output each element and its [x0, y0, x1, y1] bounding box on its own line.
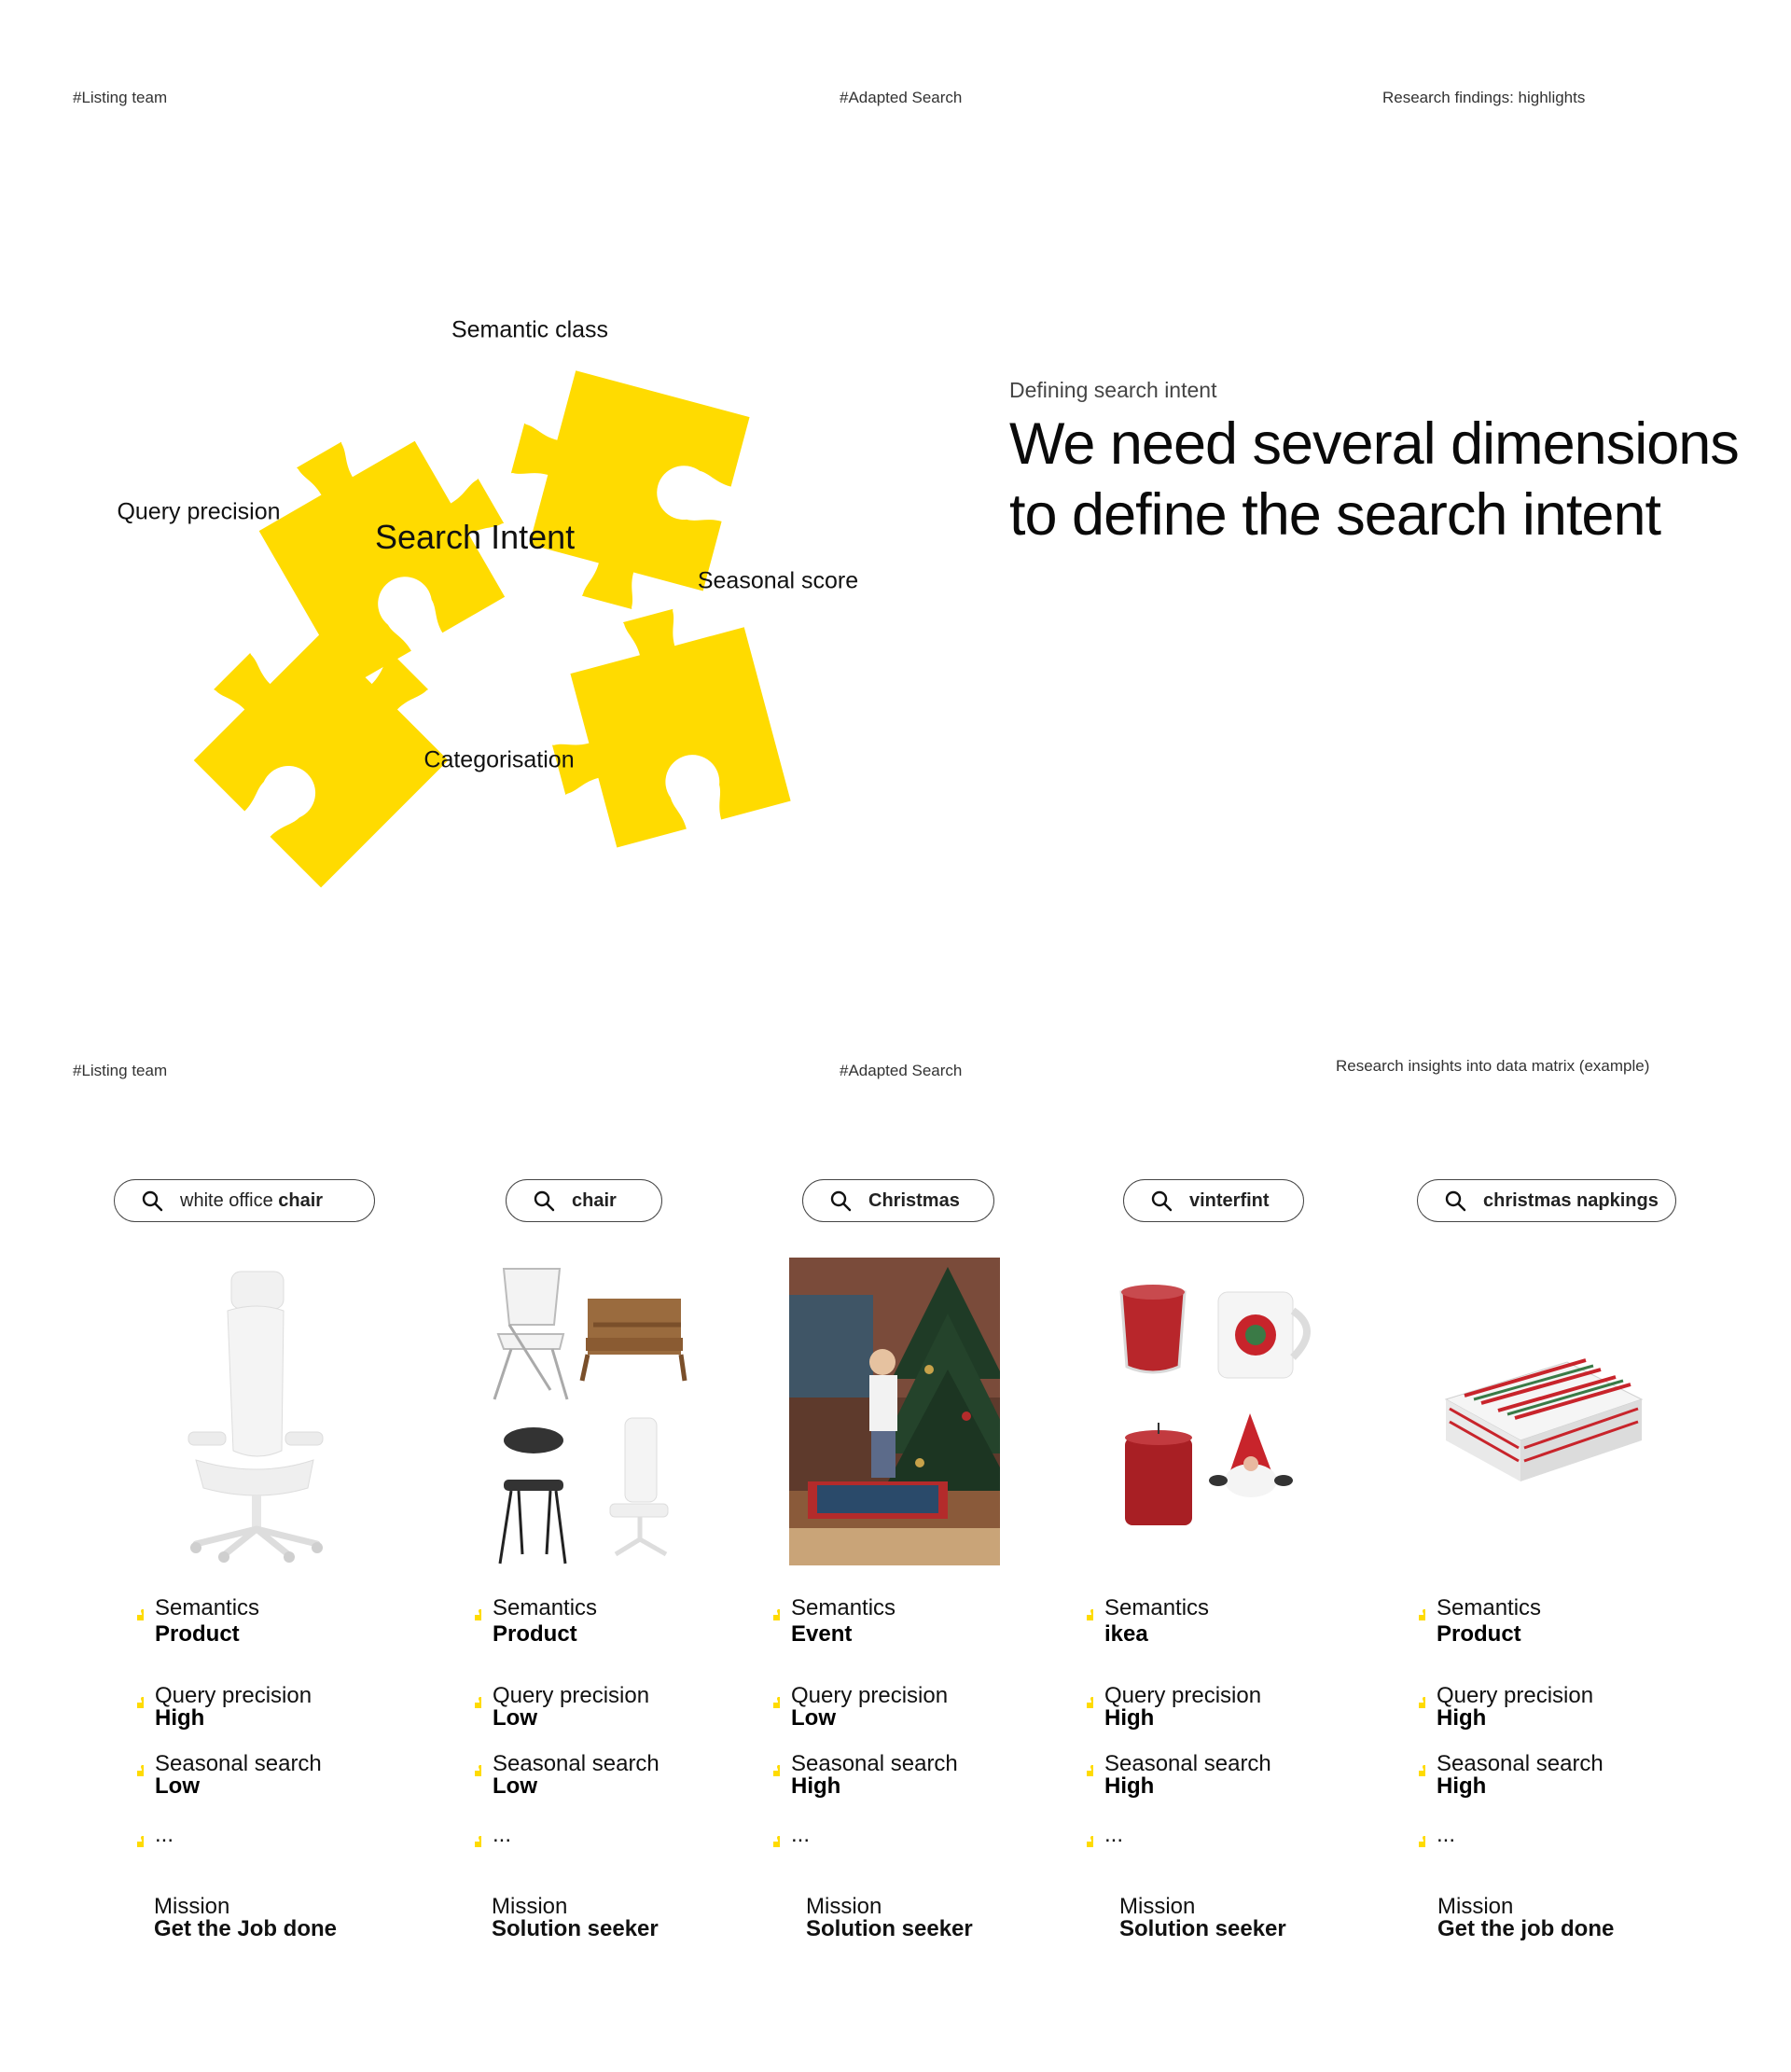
search-query-bold: Christmas — [868, 1189, 960, 1211]
puzzle-piece-icon — [1403, 1686, 1425, 1708]
search-query-bold: chair — [278, 1189, 324, 1211]
search-icon — [142, 1190, 163, 1212]
vinterfint-products-image — [1110, 1273, 1325, 1553]
header-team: #Listing team — [73, 89, 168, 106]
puzzle-piece-icon — [459, 1754, 481, 1776]
attr-more-label: ... — [1104, 1822, 1124, 1847]
mission-value: Get the Job done — [154, 1916, 338, 1941]
puzzle-piece-icon — [1403, 1754, 1425, 1776]
attr-more-label: ... — [791, 1822, 811, 1847]
search-query-bold: chair — [572, 1189, 617, 1211]
search-pill-white-office-chair[interactable]: white office chair — [114, 1179, 375, 1222]
search-pill-christmas[interactable]: Christmas — [802, 1179, 994, 1222]
attr-value: Low — [493, 1773, 537, 1799]
napkins-image — [1437, 1343, 1651, 1493]
mission-value: Solution seeker — [492, 1916, 659, 1941]
header-team-2: #Listing team — [73, 1062, 168, 1079]
attr-value: Product — [1437, 1621, 1521, 1647]
piece-label-seasonal-score: Seasonal score — [697, 567, 859, 594]
attr-value: High — [791, 1773, 841, 1799]
attr-more-label: ... — [493, 1822, 512, 1847]
headline-line-2: to define the search intent — [1009, 482, 1661, 548]
attr-value: High — [1104, 1773, 1155, 1799]
puzzle-piece-icon — [757, 1754, 780, 1776]
search-query-bold: vinterfint — [1189, 1189, 1270, 1211]
search-pill-chair[interactable]: chair — [506, 1179, 662, 1222]
puzzle-piece-icon — [757, 1686, 780, 1708]
puzzle-piece-icon — [1403, 1598, 1425, 1620]
search-query-bold: christmas napkings — [1483, 1189, 1659, 1211]
attr-value: High — [1437, 1705, 1487, 1731]
puzzle-piece-icon — [1071, 1825, 1093, 1847]
puzzle-piece-icon — [757, 1598, 780, 1620]
search-icon — [1445, 1190, 1466, 1212]
puzzle-piece-icon — [459, 1825, 481, 1847]
search-icon — [830, 1190, 852, 1212]
search-query-light: white office — [180, 1189, 273, 1211]
puzzle-piece-icon — [1071, 1686, 1093, 1708]
attr-value: Low — [155, 1773, 200, 1799]
puzzle-piece-icon — [1403, 1825, 1425, 1847]
attr-label: Semantics — [155, 1595, 260, 1620]
slide-headline: We need several dimensions to define the… — [1009, 409, 1774, 550]
attr-value: ikea — [1104, 1621, 1148, 1647]
attr-value: Low — [791, 1705, 836, 1731]
piece-label-semantic-class: Semantic class — [451, 316, 609, 343]
puzzle-piece-icon — [1071, 1598, 1093, 1620]
puzzle-piece-icon — [121, 1825, 144, 1847]
attr-label: Semantics — [493, 1595, 598, 1620]
attr-value: High — [1437, 1773, 1487, 1799]
office-chair-image — [168, 1264, 336, 1563]
search-intent-label: Search Intent — [375, 518, 576, 556]
piece-label-query-precision: Query precision — [117, 498, 281, 525]
attr-label: Semantics — [791, 1595, 896, 1620]
header-project: #Adapted Search — [840, 89, 963, 106]
attr-label: Semantics — [1104, 1595, 1210, 1620]
mission-value: Get the job done — [1437, 1916, 1615, 1941]
attr-more-label: ... — [1437, 1822, 1456, 1847]
slide-kicker: Defining search intent — [1009, 378, 1217, 402]
header-section: Research findings: highlights — [1382, 89, 1586, 106]
attr-value: Event — [791, 1621, 853, 1647]
attr-more-label: ... — [155, 1822, 174, 1847]
christmas-scene-image — [789, 1258, 1000, 1565]
search-pill-christmas-napkings[interactable]: christmas napkings — [1417, 1179, 1676, 1222]
attr-value: Low — [493, 1705, 537, 1731]
puzzle-piece-icon — [459, 1686, 481, 1708]
search-pill-vinterfint[interactable]: vinterfint — [1123, 1179, 1304, 1222]
search-icon — [1151, 1190, 1173, 1212]
attr-value: High — [1104, 1705, 1155, 1731]
puzzle-piece-icon — [121, 1686, 144, 1708]
puzzle-piece-icon — [459, 1598, 481, 1620]
attr-value: Product — [155, 1621, 240, 1647]
attr-value: High — [155, 1705, 205, 1731]
attr-label: Semantics — [1437, 1595, 1542, 1620]
header-section-2: Research insights into data matrix (exam… — [1336, 1057, 1650, 1075]
attr-value: Product — [493, 1621, 577, 1647]
header-project-2: #Adapted Search — [840, 1062, 963, 1079]
mission-value: Solution seeker — [806, 1916, 973, 1941]
puzzle-piece-icon — [757, 1825, 780, 1847]
puzzle-piece-icon — [1071, 1754, 1093, 1776]
search-icon — [534, 1190, 555, 1212]
puzzle-piece-icon — [121, 1754, 144, 1776]
chairs-collage-image — [485, 1259, 690, 1567]
piece-label-categorisation: Categorisation — [423, 746, 575, 773]
mission-value: Solution seeker — [1119, 1916, 1286, 1941]
puzzle-piece-icon — [121, 1598, 144, 1620]
headline-line-1: We need several dimensions — [1009, 411, 1740, 477]
